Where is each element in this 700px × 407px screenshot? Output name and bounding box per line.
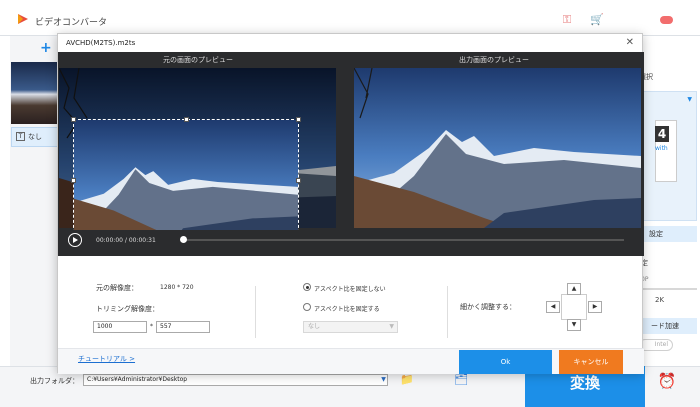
left-bar: [0, 36, 10, 366]
arrow-right-button[interactable]: ▶: [588, 301, 602, 313]
crop-dialog: AVCHD(M2TS).m2ts ✕ 元の画面のプレビュー 出力画面のプレビュー: [57, 33, 644, 374]
crop-handle-left[interactable]: [71, 178, 76, 183]
key-icon[interactable]: ⚿: [560, 13, 574, 27]
cropped-region-image: [74, 120, 298, 242]
arrow-left-button[interactable]: ◀: [546, 301, 560, 313]
crop-handle-top-left[interactable]: [71, 117, 76, 122]
original-resolution-value: 1280 * 720: [160, 284, 194, 291]
output-preview-label: 出力画面のプレビュー: [459, 56, 529, 64]
format-text: with: [655, 145, 668, 152]
fine-adjust-pad: ▲ ◀ ▶ ▼: [546, 283, 602, 331]
video-thumbnail[interactable]: [11, 62, 61, 124]
divider-left: [255, 286, 256, 338]
dialog-title: AVCHD(M2TS).m2ts: [66, 39, 136, 47]
divider-right: [447, 286, 448, 338]
aspect-ratio-select: なし ▼: [303, 321, 398, 333]
folder-browse-icon[interactable]: 🗂: [454, 374, 468, 385]
seek-bar[interactable]: [182, 239, 624, 241]
crop-width-input[interactable]: 1000: [93, 321, 147, 333]
original-resolution-label: 元の解像度：: [96, 284, 138, 292]
ok-button[interactable]: Ok: [459, 350, 552, 374]
quality-value: 2K: [655, 296, 665, 304]
crop-resolution-label: トリミング解像度：: [96, 305, 159, 313]
open-folder-icon[interactable]: 📁: [400, 374, 414, 385]
fine-adjust-label: 細かく調整する：: [460, 303, 516, 311]
title-bar: ビデオコンバータ ⚿ 🛒: [0, 0, 700, 36]
output-preview: [354, 68, 641, 228]
app-title: ビデオコンバータ: [35, 18, 108, 28]
radio-no-fixed-aspect[interactable]: [303, 283, 311, 291]
arrow-up-button[interactable]: ▲: [567, 283, 581, 295]
seek-handle[interactable]: [180, 236, 187, 243]
crop-height-input[interactable]: 557: [156, 321, 210, 333]
quality-slider[interactable]: [639, 288, 697, 290]
close-icon[interactable]: ✕: [626, 37, 634, 48]
cancel-button[interactable]: キャンセル: [559, 350, 623, 374]
card-dropdown-icon: ▼: [687, 96, 692, 103]
output-preview-image: [354, 68, 641, 228]
play-icon[interactable]: [68, 233, 82, 247]
pad-center: [561, 294, 587, 320]
preview-area: 元の画面のプレビュー 出力画面のプレビュー: [58, 52, 644, 256]
crop-frame[interactable]: [71, 117, 301, 245]
hardware-accel-button[interactable]: ード加速: [639, 318, 697, 334]
format-number: 4: [655, 126, 669, 142]
settings-button[interactable]: 設定: [639, 226, 697, 242]
original-preview-label: 元の画面のプレビュー: [163, 56, 233, 64]
alarm-icon[interactable]: ⏰: [657, 371, 677, 391]
playback-controls: 00:00:00 / 00:00:31: [58, 230, 644, 256]
crop-region: [74, 120, 298, 242]
radio-fixed-aspect-label[interactable]: アスペクト比を固定する: [314, 304, 380, 313]
crop-handle-right[interactable]: [296, 178, 301, 183]
intel-toggle[interactable]: Intel: [639, 339, 673, 351]
notification-badge: [660, 16, 673, 24]
time-total: 00:00:31: [128, 237, 156, 244]
crop-handle-top-right[interactable]: [296, 117, 301, 122]
subtitle-icon: T: [16, 132, 25, 141]
dialog-footer: [58, 348, 644, 374]
add-file-icon[interactable]: +: [40, 40, 52, 56]
output-folder-label: 出力フォルダ：: [30, 377, 79, 385]
subtitle-value: なし: [28, 133, 42, 141]
time-separator: /: [124, 237, 127, 244]
crop-handle-top[interactable]: [184, 117, 189, 122]
folder-dropdown-icon[interactable]: ▼: [379, 375, 388, 385]
cart-icon[interactable]: 🛒: [590, 13, 604, 27]
arrow-down-button[interactable]: ▼: [567, 319, 581, 331]
subtitle-selector[interactable]: T なし: [11, 127, 61, 147]
aspect-ratio-value: なし: [308, 323, 321, 330]
output-folder-input[interactable]: C:¥Users¥Administrator¥Desktop: [83, 374, 388, 386]
radio-fixed-aspect[interactable]: [303, 303, 311, 311]
times-symbol: *: [150, 323, 153, 330]
format-card[interactable]: ▼ 4 with: [639, 91, 697, 221]
radio-no-fixed-aspect-label[interactable]: アスペクト比を固定しない: [314, 284, 386, 293]
chevron-down-icon: ▼: [389, 323, 394, 330]
app-logo-icon: [18, 14, 28, 24]
time-current: 00:00:00: [96, 237, 123, 244]
time-display: 00:00:00 / 00:00:31: [96, 237, 156, 244]
tutorial-link[interactable]: チュートリアル >: [78, 354, 135, 364]
